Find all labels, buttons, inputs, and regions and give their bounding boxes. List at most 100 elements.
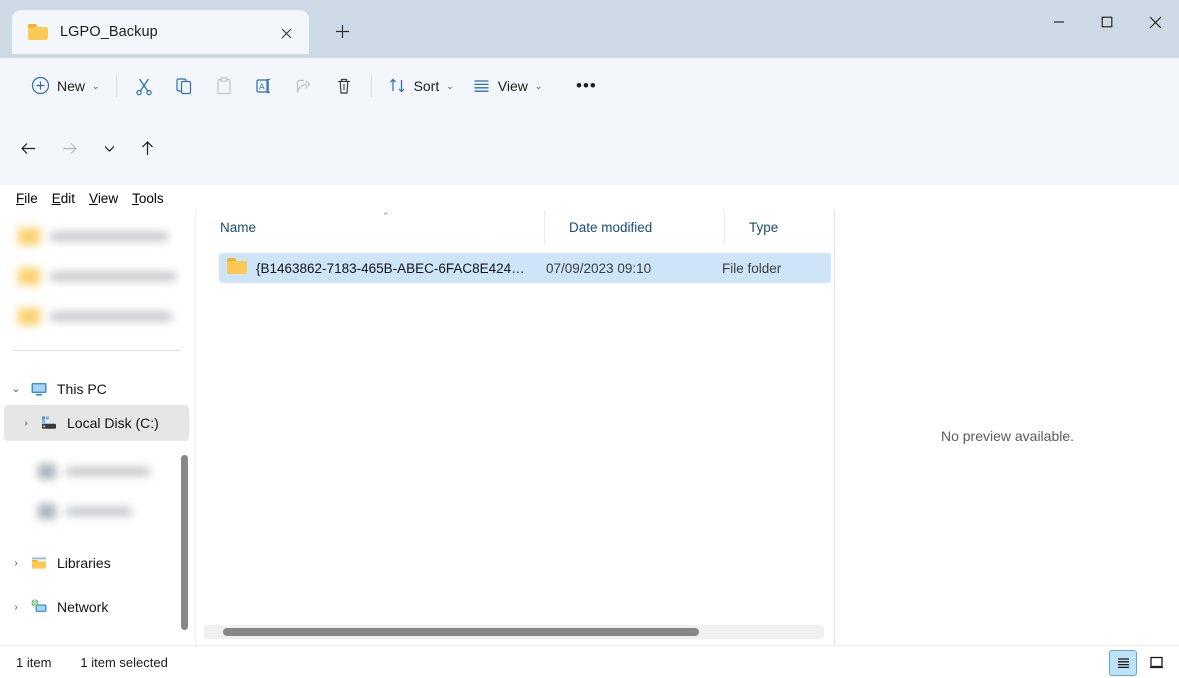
forward-button[interactable]	[52, 131, 86, 165]
large-icons-view-button[interactable]	[1143, 650, 1169, 674]
preview-message: No preview available.	[941, 428, 1074, 444]
redacted-label	[50, 312, 172, 321]
details-view-icon	[1116, 656, 1131, 671]
menu-edit[interactable]: Edit	[45, 189, 82, 208]
column-headers: ⌃ Name Date modified Type	[196, 210, 834, 245]
more-options-button[interactable]: •••	[566, 69, 606, 103]
redacted-label	[66, 507, 132, 516]
large-icons-view-icon	[1149, 655, 1164, 670]
view-button[interactable]: View ⌄	[463, 69, 552, 103]
chevron-down-icon: ⌄	[446, 81, 454, 92]
item-count-label: 1 item	[16, 655, 51, 670]
sidebar-item-libraries[interactable]: › Libraries	[4, 547, 189, 579]
chevron-down-icon: ⌄	[92, 81, 100, 92]
redacted-nav-item[interactable]	[0, 491, 195, 531]
redacted-icon	[38, 464, 56, 479]
paste-icon	[214, 76, 234, 96]
minimize-icon	[1053, 16, 1065, 28]
chevron-right-icon[interactable]: ›	[4, 558, 28, 569]
horizontal-scrollbar[interactable]	[204, 625, 824, 639]
share-button[interactable]	[284, 69, 324, 103]
redacted-nav-item[interactable]	[0, 256, 195, 296]
column-header-type[interactable]: Type	[724, 210, 834, 245]
new-button[interactable]: New ⌄	[22, 69, 109, 103]
window-controls	[1035, 0, 1179, 44]
sidebar-item-local-disk-c[interactable]: › Local Disk (C:)	[4, 405, 189, 441]
redacted-label	[66, 467, 150, 476]
view-icon	[472, 76, 491, 95]
tab-lgpo-backup[interactable]: LGPO_Backup	[12, 10, 309, 54]
minimize-button[interactable]	[1035, 0, 1083, 44]
address-bar-row: › This PC › Local Disk (C:) › LGPO_Backu…	[0, 113, 1179, 185]
menu-tools-rest: ools	[139, 191, 164, 206]
copy-icon	[174, 76, 194, 96]
new-tab-button[interactable]	[325, 16, 359, 46]
menu-view[interactable]: View	[82, 189, 125, 208]
up-button[interactable]	[130, 131, 164, 165]
menu-view-accel: V	[89, 191, 98, 206]
maximize-button[interactable]	[1083, 0, 1131, 44]
arrow-up-icon	[139, 140, 156, 157]
redacted-label	[50, 272, 176, 281]
command-bar: New ⌄ A	[0, 58, 1179, 113]
column-header-label: Name	[220, 220, 256, 235]
menu-view-rest: iew	[98, 191, 118, 206]
sort-icon	[388, 76, 407, 95]
sort-button[interactable]: Sort ⌄	[379, 69, 463, 103]
close-icon[interactable]	[273, 20, 299, 46]
redacted-icon	[38, 504, 56, 519]
navigation-pane: ⌄ This PC ›	[0, 210, 195, 645]
column-header-date-modified[interactable]: Date modified	[544, 210, 724, 245]
menu-edit-rest: dit	[61, 191, 75, 206]
rename-button[interactable]: A	[244, 69, 284, 103]
sort-ascending-icon: ⌃	[382, 211, 390, 222]
redacted-nav-item[interactable]	[0, 216, 195, 256]
close-button[interactable]	[1131, 0, 1179, 44]
sidebar-item-label: Local Disk (C:)	[67, 415, 159, 431]
file-explorer-window: LGPO_Backup	[0, 0, 1179, 678]
preview-pane: No preview available.	[834, 210, 1179, 645]
scissors-icon	[134, 76, 154, 96]
back-button[interactable]	[11, 131, 45, 165]
network-icon	[28, 598, 50, 616]
horizontal-scrollbar-thumb[interactable]	[223, 628, 699, 636]
toolbar-divider	[371, 75, 372, 97]
menu-tools[interactable]: Tools	[125, 189, 171, 208]
sidebar-scrollbar[interactable]	[181, 455, 188, 630]
redacted-label	[50, 232, 168, 241]
folder-icon	[18, 308, 40, 325]
explorer-body: ⌄ This PC ›	[0, 210, 1179, 645]
selection-count-label: 1 item selected	[80, 655, 167, 670]
sidebar-item-network[interactable]: › Network	[4, 591, 189, 623]
menu-file-rest: ile	[24, 191, 38, 206]
menu-bar: File Edit View Tools	[0, 186, 1179, 210]
maximize-icon	[1101, 16, 1113, 28]
sort-button-label: Sort	[414, 78, 440, 94]
plus-icon	[335, 24, 350, 39]
redacted-nav-item[interactable]	[0, 296, 195, 336]
rename-icon: A	[254, 76, 274, 96]
libraries-glyph	[30, 554, 48, 572]
paste-button[interactable]	[204, 69, 244, 103]
redacted-nav-item[interactable]	[0, 451, 195, 491]
details-view-button[interactable]	[1109, 650, 1137, 676]
folder-icon	[18, 268, 40, 285]
cut-button[interactable]	[124, 69, 164, 103]
chevron-down-icon[interactable]: ⌄	[4, 384, 28, 395]
toolbar-divider	[116, 75, 117, 97]
drive-icon	[38, 414, 60, 432]
menu-file[interactable]: File	[9, 189, 45, 208]
copy-button[interactable]	[164, 69, 204, 103]
close-icon	[1149, 16, 1162, 29]
view-toggle-group	[1109, 650, 1169, 676]
table-row[interactable]: {B1463862-7183-465B-ABEC-6FAC8E424… 07/0…	[219, 253, 831, 283]
chevron-right-icon[interactable]: ›	[4, 602, 28, 613]
delete-button[interactable]	[324, 69, 364, 103]
status-bar: 1 item 1 item selected	[0, 645, 1179, 678]
column-header-name[interactable]: ⌃ Name	[196, 210, 544, 245]
sidebar-item-this-pc[interactable]: ⌄ This PC	[4, 373, 189, 405]
sidebar-item-label: This PC	[57, 381, 107, 397]
chevron-down-icon	[102, 141, 117, 156]
recent-locations-button[interactable]	[92, 131, 126, 165]
chevron-right-icon[interactable]: ›	[14, 418, 38, 429]
